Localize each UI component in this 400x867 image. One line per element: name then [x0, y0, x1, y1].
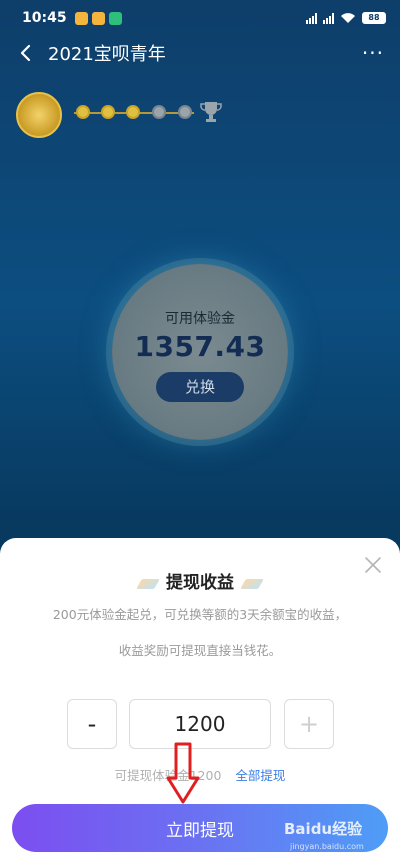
- chat-notification-icon: [74, 11, 88, 25]
- title-decoration-icon: [240, 578, 264, 589]
- nav-bar: 2021宝呗青年 ···: [0, 36, 400, 70]
- progress-dot: [178, 105, 192, 119]
- progress-dot: [76, 105, 90, 119]
- watermark-logo: Baidu经验: [284, 820, 363, 838]
- sheet-title-row: 提现收益: [0, 568, 400, 593]
- battery-icon: 88: [362, 12, 386, 24]
- increase-button[interactable]: +: [284, 699, 334, 749]
- decrease-button[interactable]: -: [67, 699, 117, 749]
- balance-value: 1357.43: [134, 330, 266, 363]
- trophy-icon: [200, 102, 222, 122]
- watermark-url: jingyan.baidu.com: [290, 842, 364, 851]
- balance-panel: 可用体验金 1357.43 兑换: [112, 264, 288, 440]
- signal-icon-2: [323, 12, 334, 24]
- description-line-2: 收益奖励可提现直接当钱花。: [118, 643, 282, 658]
- withdraw-all-link[interactable]: 全部提现: [235, 768, 285, 783]
- wifi-icon: [341, 13, 355, 23]
- more-icon[interactable]: ···: [362, 41, 384, 65]
- status-time: 10:45: [22, 10, 67, 26]
- description-line-1: 200元体验金起兑，可兑换等额的3天余额宝的收益，: [52, 607, 348, 622]
- level-badge: [16, 92, 62, 138]
- message-notification-icon: [91, 11, 105, 25]
- progress-dot: [101, 105, 115, 119]
- progress-dot: [126, 105, 140, 119]
- balance-label: 可用体验金: [165, 311, 235, 327]
- shield-notification-icon: [108, 11, 122, 25]
- progress-dot: [152, 105, 166, 119]
- signal-icon: [306, 12, 317, 24]
- title-decoration-icon: [136, 578, 160, 589]
- exchange-button[interactable]: 兑换: [156, 372, 244, 402]
- sheet-title: 提现收益: [166, 573, 234, 593]
- amount-input[interactable]: [129, 699, 271, 749]
- available-row: 可提现体验金1200 全部提现: [0, 765, 400, 784]
- status-indicators: 88: [306, 12, 386, 24]
- red-arrow-annotation-icon: [166, 742, 200, 804]
- status-bar: 10:45 88: [0, 0, 400, 36]
- page-title: 2021宝呗青年: [48, 44, 166, 65]
- back-icon[interactable]: [16, 43, 36, 63]
